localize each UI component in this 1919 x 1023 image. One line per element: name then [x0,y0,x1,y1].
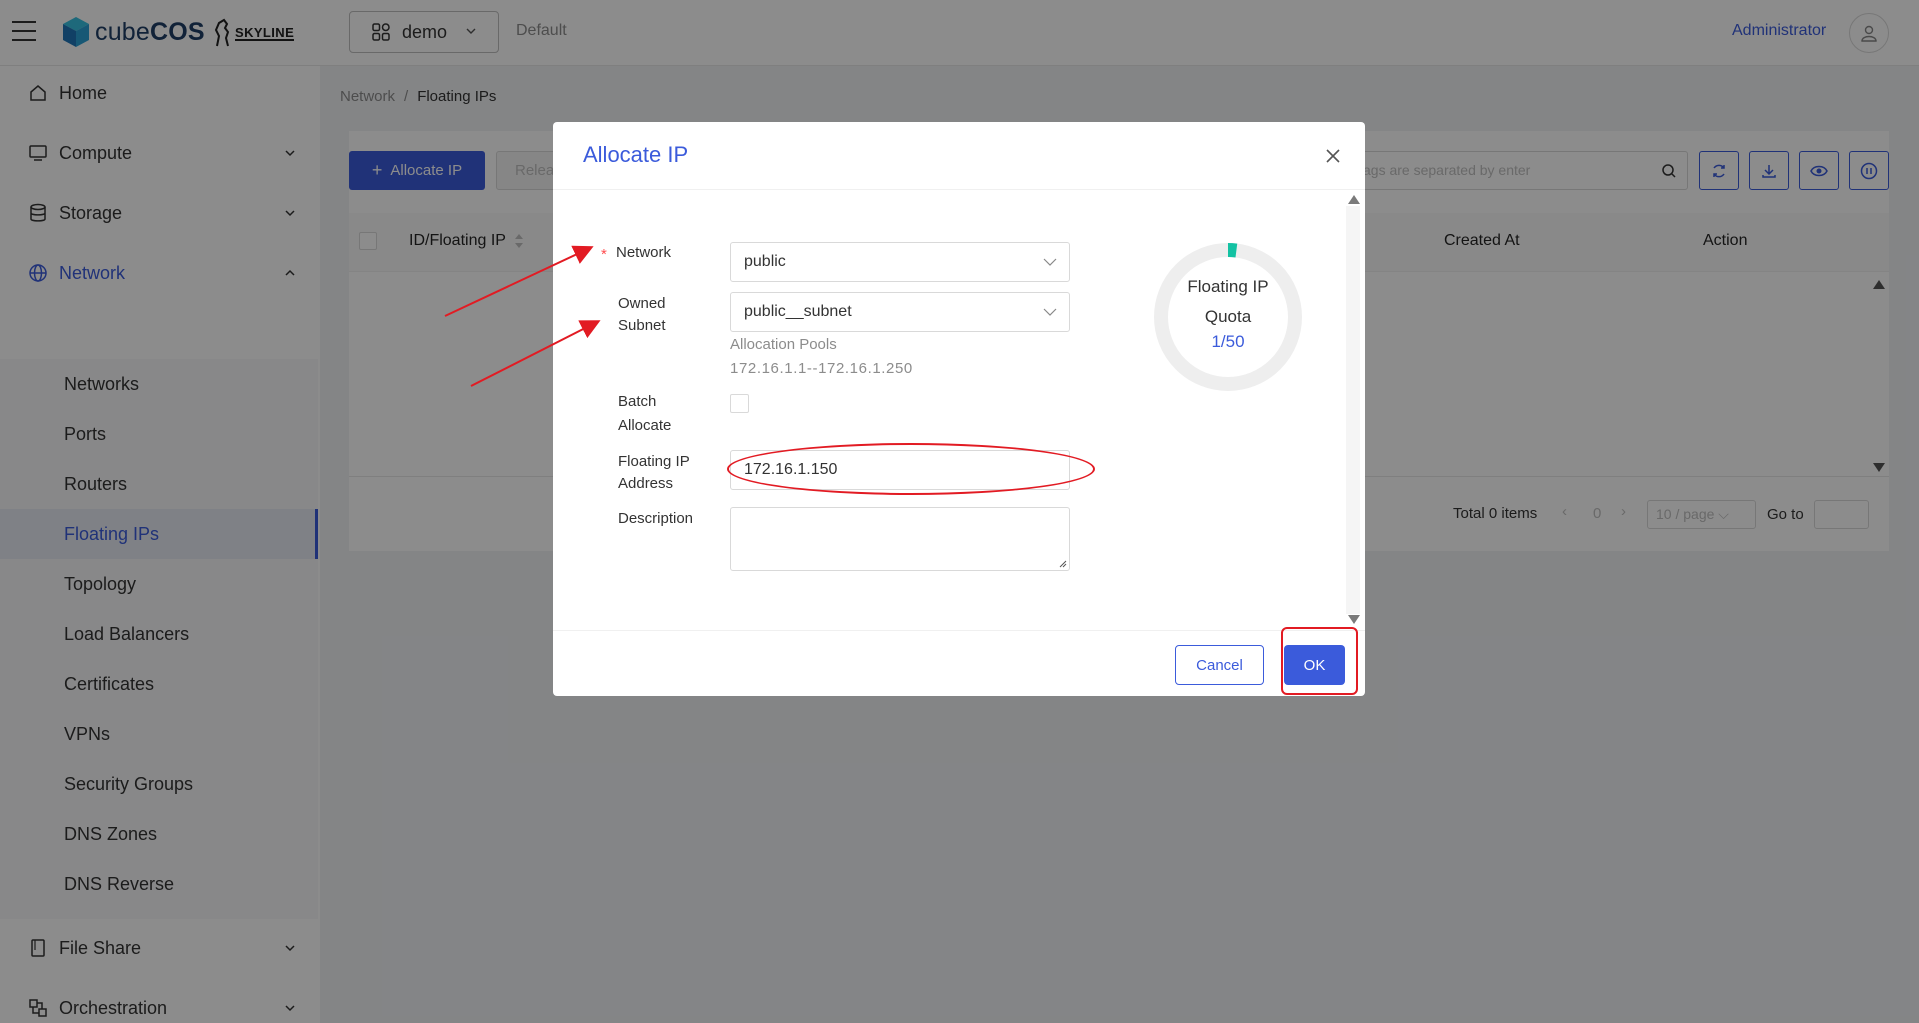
quota-title-line-2: Quota [1204,307,1252,326]
annotation-highlight-box [1281,627,1358,695]
description-textarea[interactable] [730,507,1070,571]
floating-ip-label-1: Floating IP [618,453,690,470]
chevron-down-icon [1043,308,1057,316]
allocation-pools-label: Allocation Pools [730,336,837,353]
batch-allocate-checkbox[interactable] [730,394,749,413]
owned-subnet-label-2: Subnet [618,317,666,334]
network-value: public [744,253,786,270]
description-label: Description [618,510,694,527]
dialog-title: Allocate IP [583,142,689,167]
annotation-highlight-ellipse [727,443,1095,495]
dialog-header: Allocate IP [553,122,1365,190]
allocation-pools-value: 172.16.1.1--172.16.1.250 [730,360,913,377]
quota-title: Floating IP Quota [1149,272,1307,332]
allocate-ip-dialog: Allocate IP * Network public Owned Subne… [553,122,1365,696]
resize-grip-icon[interactable] [1059,560,1067,568]
subnet-value: public__subnet [744,303,852,320]
quota-title-line-1: Floating IP [1187,277,1269,296]
scroll-down-icon[interactable] [1348,615,1360,624]
owned-subnet-label-1: Owned [618,295,666,312]
subnet-select[interactable]: public__subnet [730,292,1070,332]
network-select[interactable]: public [730,242,1070,282]
close-icon[interactable] [1321,144,1345,168]
dialog-scrollbar[interactable] [1346,206,1360,614]
scroll-up-icon[interactable] [1348,195,1360,204]
batch-allocate-label-1: Batch [618,393,657,410]
required-mark: * [601,246,607,263]
cancel-button[interactable]: Cancel [1175,645,1264,685]
network-label: Network [616,244,672,261]
batch-allocate-label-2: Allocate [618,417,672,434]
quota-value: 1/50 [1211,332,1245,351]
floating-ip-label-2: Address [618,475,674,492]
chevron-down-icon [1043,258,1057,266]
